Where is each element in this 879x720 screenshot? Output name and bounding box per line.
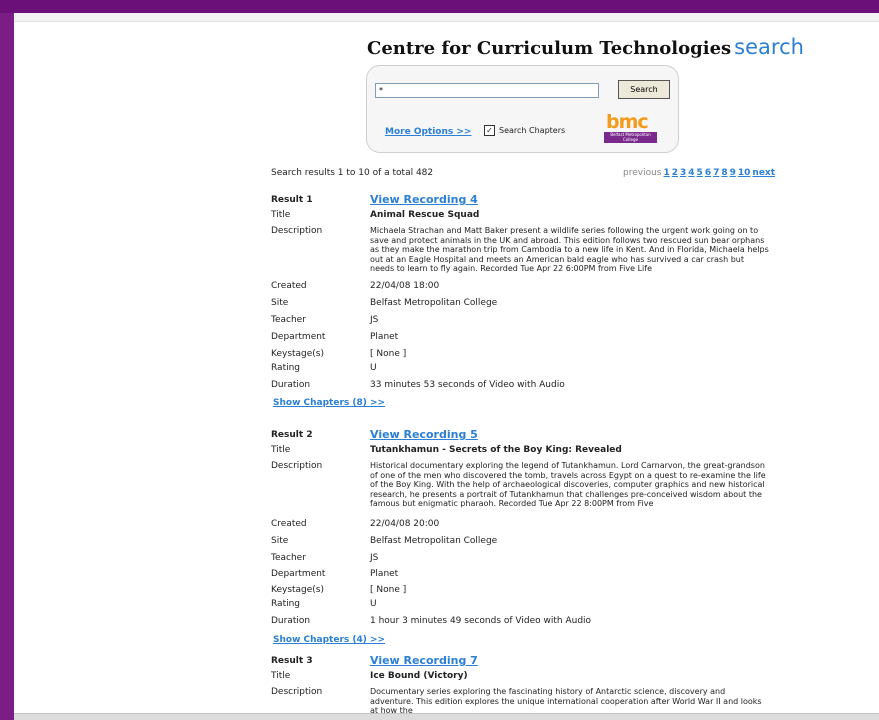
pagination-page-5[interactable]: 5 [697, 168, 703, 178]
search-chapters-toggle[interactable]: ✓ Search Chapters [484, 125, 565, 136]
rating-label: Rating [271, 363, 301, 373]
result-department: Planet [370, 569, 399, 579]
pagination-page-8[interactable]: 8 [721, 168, 727, 178]
pagination-page-2[interactable]: 2 [672, 168, 678, 178]
department-label: Department [271, 332, 326, 342]
result-keystage: [ None ] [370, 349, 407, 359]
result-keystage: [ None ] [370, 585, 407, 595]
bmc-logo-text: bmc [606, 111, 649, 133]
pagination-page-9[interactable]: 9 [730, 168, 736, 178]
search-box: Search More Options >> ✓ Search Chapters… [366, 65, 679, 153]
result-rating: U [370, 599, 377, 609]
panel-header-strip [14, 13, 879, 22]
result-number: Result 2 [271, 430, 313, 440]
result-title: Tutankhamun - Secrets of the Boy King: R… [370, 445, 622, 455]
result-rating: U [370, 363, 377, 373]
keystage-label: Keystage(s) [271, 585, 325, 595]
pagination-page-3[interactable]: 3 [680, 168, 686, 178]
pagination-page-1[interactable]: 1 [663, 168, 669, 178]
search-button[interactable]: Search [618, 80, 670, 99]
search-chapters-label: Search Chapters [499, 126, 566, 135]
pagination-page-7[interactable]: 7 [713, 168, 719, 178]
pagination-page-6[interactable]: 6 [705, 168, 711, 178]
result-duration: 1 hour 3 minutes 49 seconds of Video wit… [370, 616, 592, 626]
results-summary: Search results 1 to 10 of a total 482 [271, 168, 434, 178]
bmc-logo: bmc Belfast Metropolitan College [604, 113, 657, 143]
teacher-label: Teacher [271, 553, 306, 563]
result-description: Michaela Strachan and Matt Baker present… [370, 226, 769, 273]
result-site: Belfast Metropolitan College [370, 298, 498, 308]
result-description: Historical documentary exploring the leg… [370, 461, 766, 508]
view-recording-link[interactable]: View Recording 7 [370, 654, 478, 667]
site-title-search-word: search [734, 35, 804, 59]
title-label: Title [271, 445, 291, 455]
result-title: Animal Rescue Squad [370, 210, 480, 220]
duration-label: Duration [271, 616, 311, 626]
created-label: Created [271, 281, 307, 291]
result-description: Documentary series exploring the fascina… [370, 687, 762, 715]
show-chapters-link[interactable]: Show Chapters (4) >> [273, 635, 385, 645]
result-teacher: JS [370, 553, 379, 563]
bmc-logo-subtext: Belfast Metropolitan College [604, 132, 657, 143]
status-bar [14, 713, 879, 720]
result-number: Result 1 [271, 195, 313, 205]
teacher-label: Teacher [271, 315, 306, 325]
description-label: Description [271, 687, 323, 697]
result-created: 22/04/08 18:00 [370, 281, 440, 291]
view-recording-link[interactable]: View Recording 5 [370, 428, 478, 441]
result-number: Result 3 [271, 656, 313, 666]
keystage-label: Keystage(s) [271, 349, 325, 359]
pagination-previous[interactable]: previous [623, 168, 661, 178]
created-label: Created [271, 519, 307, 529]
rating-label: Rating [271, 599, 301, 609]
result-teacher: JS [370, 315, 379, 325]
browser-top-strip [0, 0, 879, 13]
result-title: Ice Bound (Victory) [370, 671, 468, 681]
site-label: Site [271, 298, 289, 308]
title-label: Title [271, 210, 291, 220]
site-label: Site [271, 536, 289, 546]
pagination-next[interactable]: next [752, 168, 775, 178]
result-department: Planet [370, 332, 399, 342]
duration-label: Duration [271, 380, 311, 390]
result-site: Belfast Metropolitan College [370, 536, 498, 546]
view-recording-link[interactable]: View Recording 4 [370, 193, 478, 206]
result-created: 22/04/08 20:00 [370, 519, 440, 529]
title-label: Title [271, 671, 291, 681]
search-input[interactable] [375, 83, 599, 98]
pagination-page-10[interactable]: 10 [738, 168, 751, 178]
description-label: Description [271, 226, 323, 236]
pagination: previous 1 2 3 4 5 6 7 8 9 10 next [623, 168, 775, 178]
description-label: Description [271, 461, 323, 471]
department-label: Department [271, 569, 326, 579]
show-chapters-link[interactable]: Show Chapters (8) >> [273, 398, 385, 408]
pagination-page-4[interactable]: 4 [688, 168, 694, 178]
site-title: Centre for Curriculum Technologies search [367, 35, 804, 59]
site-title-text: Centre for Curriculum Technologies [367, 38, 732, 59]
result-duration: 33 minutes 53 seconds of Video with Audi… [370, 380, 565, 390]
content-panel: Centre for Curriculum Technologies search… [14, 13, 879, 720]
search-chapters-checkbox[interactable]: ✓ [484, 125, 495, 136]
more-options-link[interactable]: More Options >> [385, 127, 471, 137]
